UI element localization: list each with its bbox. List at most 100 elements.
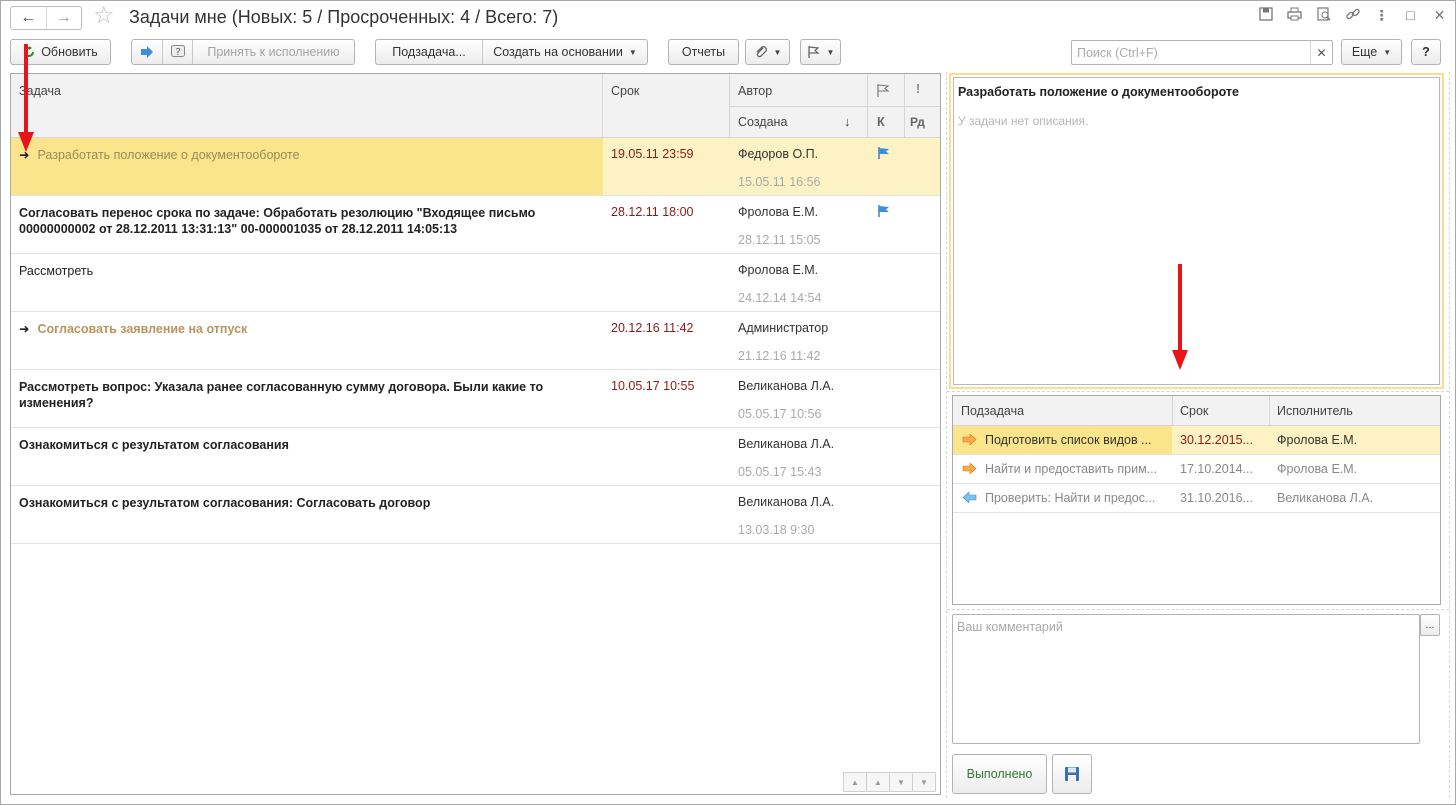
subtask-row[interactable]: Найти и предоставить прим... 17.10.2014.… — [953, 455, 1440, 484]
blue-back-arrow-icon — [962, 492, 977, 506]
table-row[interactable]: Ознакомиться с результатом согласования:… — [11, 486, 940, 544]
header-important-icon[interactable]: ! — [916, 82, 920, 96]
header-subtask-due[interactable]: Срок — [1180, 404, 1208, 418]
task-created: 15.05.11 16:56 — [738, 175, 821, 189]
description-box[interactable]: Разработать положение о документообороте… — [953, 77, 1440, 385]
subtask-executor: Фролова Е.М. — [1277, 462, 1358, 476]
task-author: Администратор — [738, 321, 829, 335]
clear-search-icon[interactable]: ✕ — [1310, 41, 1332, 64]
task-created: 24.12.14 14:54 — [738, 291, 822, 305]
subtask-due: 17.10.2014... — [1180, 462, 1253, 476]
task-author: Великанова Л.А. — [738, 495, 835, 509]
done-button[interactable]: Выполнено — [952, 754, 1047, 794]
header-author[interactable]: Автор — [738, 84, 772, 98]
subtask-row[interactable]: Проверить: Найти и предос... 31.10.2016.… — [953, 484, 1440, 513]
nav-buttons: ← → — [10, 6, 82, 30]
table-row[interactable]: Рассмотреть Фролова Е.М. 24.12.14 14:54 — [11, 254, 940, 312]
table-header: Задача Срок Автор Создана ↓ ! К Рд — [11, 74, 940, 138]
table-row[interactable]: Согласовать перенос срока по задаче: Обр… — [11, 196, 940, 254]
annotation-arrow-icon — [18, 44, 34, 152]
header-subtask[interactable]: Подзадача — [961, 404, 1024, 418]
link-icon[interactable] — [1344, 7, 1361, 24]
scroll-bottom-icon[interactable]: ▼ — [912, 772, 936, 792]
accept-group: ? Принять к исполнению — [131, 39, 355, 65]
task-title: Ознакомиться с результатом согласования:… — [19, 496, 431, 510]
task-due: 19.05.11 23:59 — [611, 147, 694, 161]
task-author: Фролова Е.М. — [738, 205, 819, 219]
favorite-star-icon[interactable]: ☆ — [93, 4, 115, 28]
panel-divider — [947, 609, 1449, 610]
subtask-button[interactable]: Подзадача... — [376, 40, 482, 64]
annotation-arrow-icon — [1172, 264, 1188, 370]
subtask-row[interactable]: Подготовить список видов ... 30.12.2015.… — [953, 426, 1440, 455]
preview-icon[interactable] — [1315, 7, 1332, 24]
more-button[interactable]: Еще ▼ — [1341, 39, 1402, 65]
orange-arrow-icon — [962, 463, 977, 477]
print-icon[interactable] — [1286, 7, 1303, 24]
comment-expand-button[interactable]: ... — [1420, 614, 1440, 636]
task-title: Согласовать перенос срока по задаче: Обр… — [19, 206, 536, 236]
header-k[interactable]: К — [877, 115, 885, 129]
search-input[interactable] — [1072, 41, 1310, 64]
task-title: Согласовать заявление на отпуск — [37, 322, 248, 336]
close-icon[interactable]: ✕ — [1431, 7, 1448, 24]
header-executor[interactable]: Исполнитель — [1277, 404, 1353, 418]
sort-down-icon[interactable]: ↓ — [844, 114, 851, 129]
orange-arrow-icon — [962, 434, 977, 448]
task-title: Ознакомиться с результатом согласования — [19, 438, 289, 452]
flag-button[interactable]: ▼ — [800, 39, 841, 65]
create-based-button[interactable]: Создать на основании ▼ — [482, 40, 647, 64]
task-created: 28.12.11 15:05 — [738, 233, 821, 247]
table-row[interactable]: ➜ Разработать положение о документооборот… — [11, 138, 940, 196]
refresh-label: Обновить — [41, 45, 98, 59]
chevron-down-icon: ▼ — [826, 47, 835, 57]
window-title: Задачи мне (Новых: 5 / Просроченных: 4 /… — [129, 7, 559, 27]
more-vertical-icon[interactable]: ⋮ — [1373, 7, 1390, 24]
header-flag-icon[interactable] — [876, 83, 890, 101]
blue-flag-icon — [877, 146, 891, 163]
subtask-executor: Фролова Е.М. — [1277, 433, 1358, 447]
scroll-down-icon[interactable]: ▼ — [889, 772, 913, 792]
task-created: 05.05.17 10:56 — [738, 407, 822, 421]
window-tools: ⋮ □ ✕ — [1257, 7, 1448, 24]
description-text: У задачи нет описания. — [958, 114, 1089, 128]
save-comment-button[interactable] — [1052, 754, 1092, 794]
scroll-up-icon[interactable]: ▲ — [866, 772, 890, 792]
reports-button[interactable]: Отчеты — [668, 39, 739, 65]
header-due[interactable]: Срок — [611, 84, 639, 98]
subtasks-header: Подзадача Срок Исполнитель — [953, 396, 1440, 426]
table-scroll-buttons: ▲ ▲ ▼ ▼ — [843, 772, 936, 792]
task-table: Задача Срок Автор Создана ↓ ! К Рд ➜ Разр… — [10, 73, 941, 795]
table-row[interactable]: Ознакомиться с результатом согласования … — [11, 428, 940, 486]
save-icon[interactable] — [1257, 7, 1274, 24]
header-created[interactable]: Создана — [738, 115, 787, 129]
floppy-icon — [1065, 767, 1079, 781]
forward-task-button[interactable] — [132, 40, 162, 64]
blue-arrow-icon — [141, 46, 153, 58]
maximize-icon[interactable]: □ — [1402, 7, 1419, 24]
accept-button[interactable]: Принять к исполнению — [192, 40, 354, 64]
create-based-label: Создать на основании — [493, 45, 623, 59]
panel-divider — [947, 391, 1449, 392]
task-description-panel: Разработать положение о документообороте… — [949, 73, 1444, 389]
comment-input[interactable] — [953, 615, 1419, 743]
header-rd[interactable]: Рд — [910, 115, 925, 129]
subtasks-table: Подзадача Срок Исполнитель Подготовить с… — [952, 395, 1441, 605]
table-row[interactable]: ➜ Согласовать заявление на отпуск 20.12.1… — [11, 312, 940, 370]
task-title: Рассмотреть — [19, 264, 94, 278]
task-created: 21.12.16 11:42 — [738, 349, 821, 363]
table-row[interactable]: Рассмотреть вопрос: Указала ранее соглас… — [11, 370, 940, 428]
help-button[interactable]: ? — [1411, 39, 1441, 65]
back-icon[interactable]: ← — [11, 7, 46, 29]
task-created: 05.05.17 15:43 — [738, 465, 822, 479]
subtask-due: 31.10.2016... — [1180, 491, 1253, 505]
attach-button[interactable]: ▼ — [745, 39, 790, 65]
forward-icon[interactable]: → — [45, 7, 82, 29]
task-author: Федоров О.П. — [738, 147, 819, 161]
task-author: Великанова Л.А. — [738, 437, 835, 451]
question-button[interactable]: ? — [162, 40, 192, 64]
chevron-down-icon: ▼ — [1383, 47, 1392, 57]
svg-text:?: ? — [175, 47, 180, 58]
scroll-top-icon[interactable]: ▲ — [843, 772, 867, 792]
question-icon: ? — [170, 45, 185, 58]
